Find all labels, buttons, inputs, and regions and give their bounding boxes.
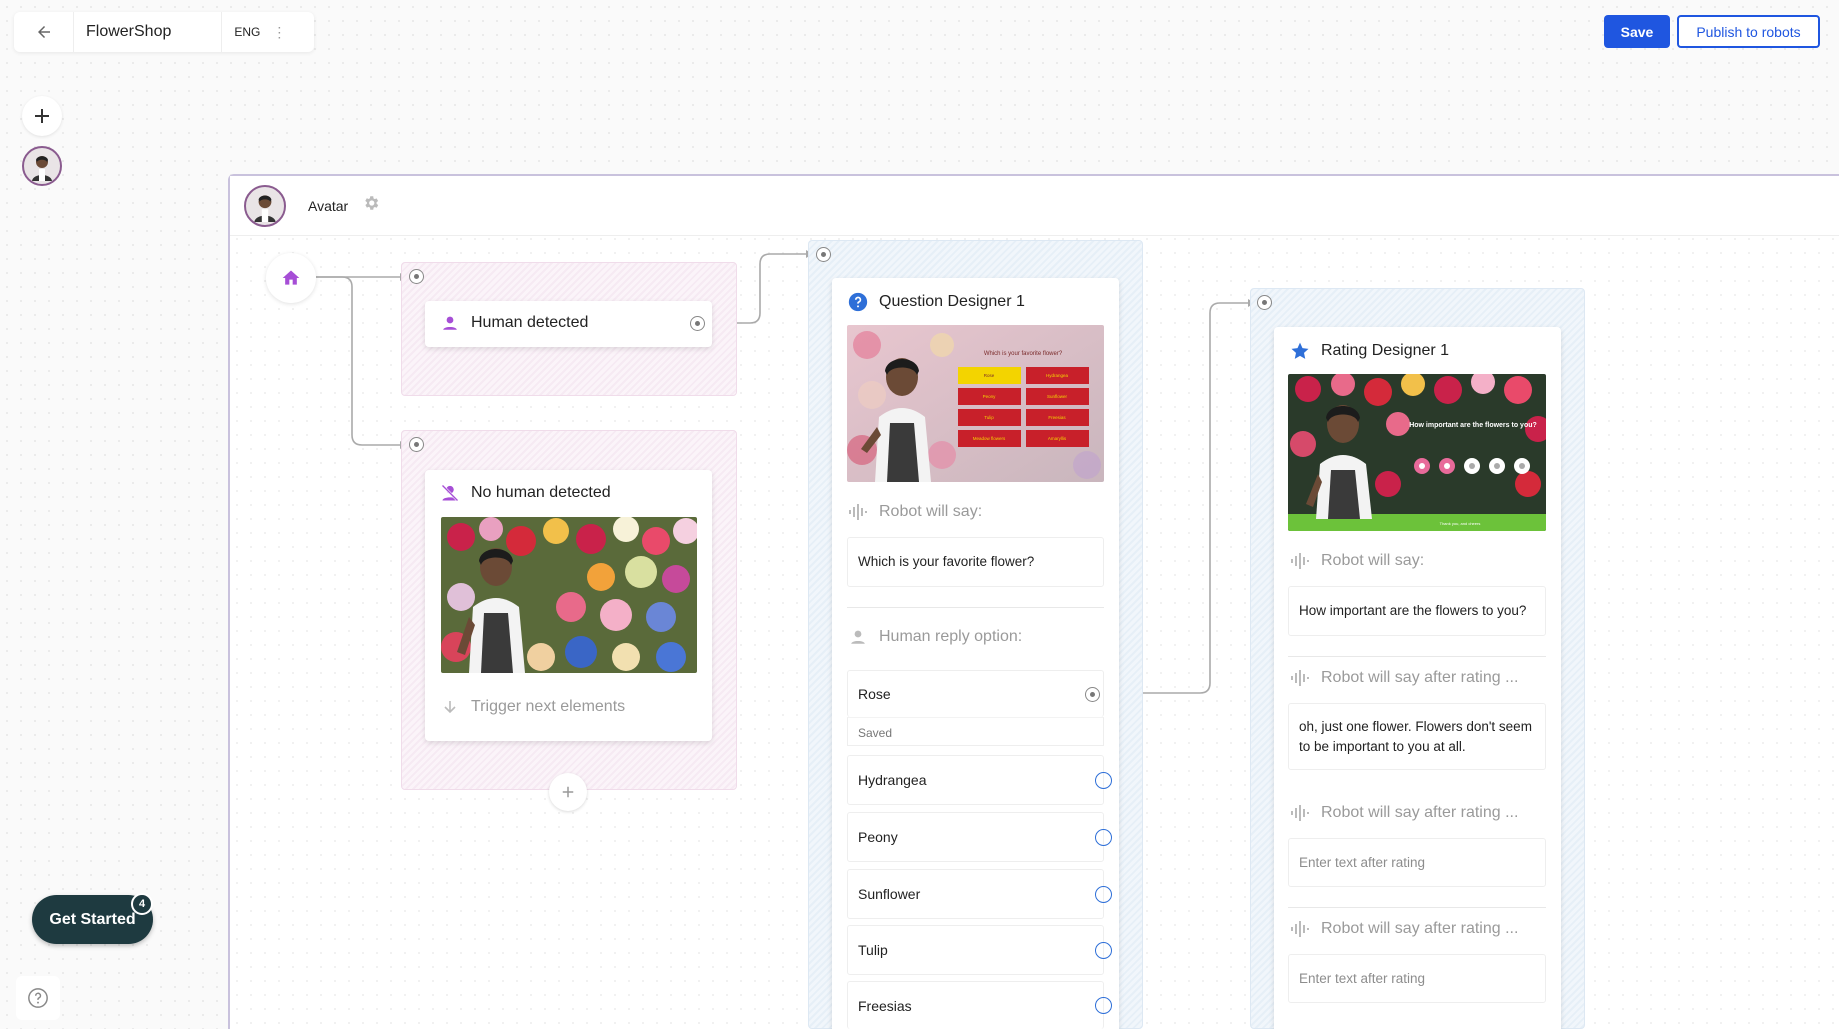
star-icon [1289,341,1311,361]
human-detected-input-port[interactable] [409,269,424,284]
reply-option-label: Sunflower [858,886,921,902]
reply-option-label: Tulip [858,942,888,958]
after-rating-2-label: Robot will say after rating ... [1321,804,1519,821]
plus-icon [562,786,574,798]
rating-preview-image: How important are the flowers to you? Th… [1288,374,1546,531]
reply-option-radio[interactable] [1095,828,1112,846]
question-image-tile: Meadow flowers [973,436,1006,441]
reply-option-rose-saved-status: Saved [847,717,1104,746]
question-image-tile: Amaryllis [1048,436,1067,441]
rating-designer-input-port[interactable] [1257,295,1272,310]
sound-wave-icon [847,503,869,521]
question-image-tile: Freesias [1048,415,1066,420]
reply-option-label: Hydrangea [858,772,927,788]
after-rating-1-input[interactable]: oh, just one flower. Flowers don't seem … [1288,703,1546,770]
after-rating-2-input[interactable]: Enter text after rating [1288,838,1546,887]
human-detected-card[interactable]: Human detected [425,301,712,347]
person-off-icon [439,483,461,503]
rating-robot-say-label: Robot will say: [1321,552,1425,569]
human-detected-output-port[interactable] [690,316,705,331]
sound-wave-icon [1289,552,1311,570]
question-image-tile: Tulip [984,415,994,420]
question-image-tile: Sunflower [1047,394,1068,399]
person-icon [439,314,461,332]
arrow-down-icon [439,699,461,715]
trigger-next-elements-button[interactable]: Trigger next elements [471,698,625,716]
after-rating-1-label: Robot will say after rating ... [1321,669,1519,686]
reply-option-tulip[interactable]: Tulip [847,925,1112,975]
question-robot-say-input[interactable]: Which is your favorite flower? [847,537,1104,587]
question-preview-image: Which is your favorite flower? Rose Hydr… [847,325,1104,482]
reply-option-rose[interactable]: Rose [847,670,1104,717]
question-icon [847,292,869,312]
home-icon [282,270,300,285]
reply-option-radio[interactable] [1095,997,1112,1014]
reply-option-label: Rose [858,686,891,702]
sound-wave-icon [1289,920,1311,938]
sound-wave-icon [1289,669,1311,687]
after-rating-3-input[interactable]: Enter text after rating [1288,954,1546,1003]
rating-image-footer: Thank you, and cheers [1440,521,1481,526]
add-next-element-button[interactable] [549,773,587,811]
reply-option-sunflower[interactable]: Sunflower [847,869,1112,919]
reply-option-label: Peony [858,829,898,845]
rating-image-heading: How important are the flowers to you? [1409,422,1537,429]
flower-shop-image [441,517,697,673]
question-designer-title: Question Designer 1 [879,293,1025,310]
rating-designer-card[interactable]: Rating Designer 1 How important are the … [1274,327,1561,1029]
question-image-heading: Which is your favorite flower? [984,351,1063,357]
no-human-detected-title: No human detected [471,484,611,501]
rating-robot-say-input[interactable]: How important are the flowers to you? [1288,586,1546,636]
human-reply-option-label: Human reply option: [879,628,1023,645]
reply-option-radio[interactable] [1095,885,1112,903]
question-image-tile: Peony [983,394,997,399]
question-image-tile: Hydrangea [1046,373,1069,378]
human-detected-title: Human detected [471,314,589,331]
question-robot-say-label: Robot will say: [879,503,983,520]
start-node[interactable] [266,253,316,303]
reply-option-peony[interactable]: Peony [847,812,1112,862]
person-icon [847,628,869,646]
no-human-detected-card[interactable]: No human detected Trigger next elements [425,470,712,741]
reply-option-freesias[interactable]: Freesias [847,981,1112,1029]
reply-option-hydrangea[interactable]: Hydrangea [847,755,1112,805]
question-image-tile: Rose [984,373,995,378]
rating-designer-title: Rating Designer 1 [1321,342,1450,359]
reply-option-radio[interactable] [1095,771,1112,789]
reply-option-radio[interactable] [1095,941,1112,959]
no-human-detected-input-port[interactable] [409,437,424,452]
after-rating-3-label: Robot will say after rating ... [1321,920,1519,937]
reply-option-label: Freesias [858,997,912,1014]
reply-option-rose-output-port[interactable] [1085,686,1100,702]
sound-wave-icon [1289,804,1311,822]
question-designer-input-port[interactable] [816,247,831,262]
